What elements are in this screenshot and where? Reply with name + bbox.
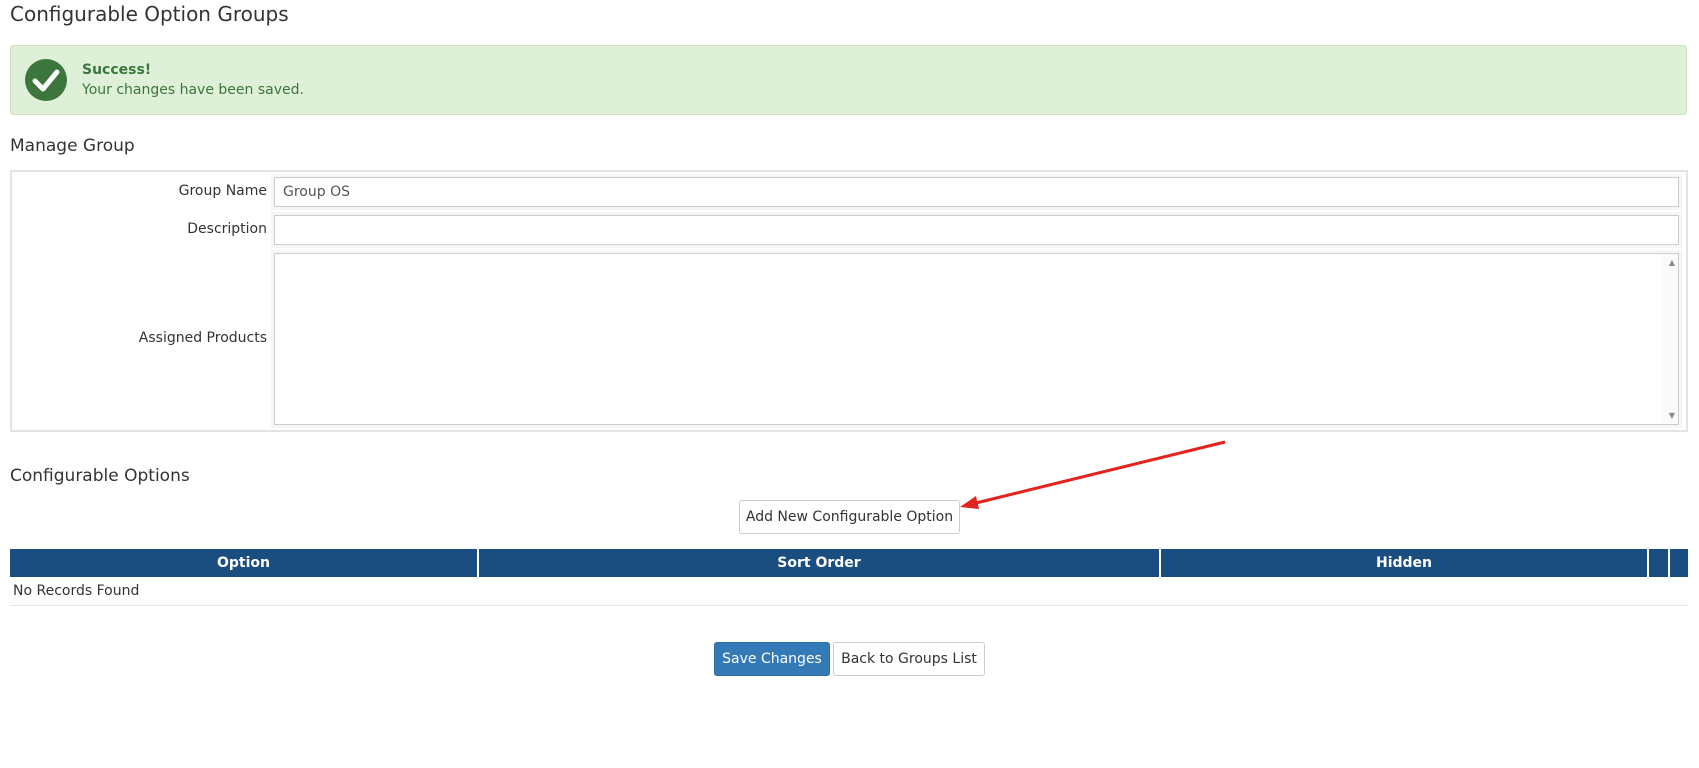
column-edit <box>1649 549 1668 577</box>
column-delete <box>1670 549 1688 577</box>
assigned-products-select[interactable]: ▲ ▼ <box>274 253 1679 425</box>
group-name-label: Group Name <box>178 183 267 199</box>
alert-message: Your changes have been saved. <box>82 82 304 98</box>
group-name-input[interactable] <box>274 177 1679 207</box>
scrollbar[interactable]: ▲ ▼ <box>1663 254 1678 424</box>
red-arrow-annotation <box>960 440 1226 509</box>
description-input[interactable] <box>274 215 1679 245</box>
scroll-up-icon[interactable]: ▲ <box>1669 258 1675 267</box>
page-title: Configurable Option Groups <box>10 2 289 26</box>
manage-group-form: Group Name Description Assigned Products… <box>10 170 1688 432</box>
description-label: Description <box>187 221 267 237</box>
assigned-products-row: Assigned Products ▲ ▼ <box>14 250 1684 428</box>
no-records-text: No Records Found <box>13 583 140 599</box>
group-name-row: Group Name <box>14 174 1684 210</box>
success-alert: Success! Your changes have been saved. <box>10 45 1687 115</box>
row-divider <box>10 605 1688 606</box>
add-configurable-option-button[interactable]: Add New Configurable Option <box>739 500 960 534</box>
table-header: Option Sort Order Hidden <box>10 549 1688 577</box>
column-hidden[interactable]: Hidden <box>1161 549 1647 577</box>
configurable-options-heading: Configurable Options <box>10 466 190 486</box>
manage-group-heading: Manage Group <box>10 136 135 156</box>
description-row: Description <box>14 212 1684 248</box>
column-option[interactable]: Option <box>10 549 477 577</box>
column-sort-order[interactable]: Sort Order <box>479 549 1159 577</box>
back-to-groups-button[interactable]: Back to Groups List <box>833 642 985 676</box>
alert-title: Success! <box>82 62 152 78</box>
scroll-down-icon[interactable]: ▼ <box>1669 411 1675 420</box>
save-changes-button[interactable]: Save Changes <box>714 642 830 676</box>
assigned-products-label: Assigned Products <box>138 330 267 346</box>
check-circle-icon <box>25 59 67 101</box>
